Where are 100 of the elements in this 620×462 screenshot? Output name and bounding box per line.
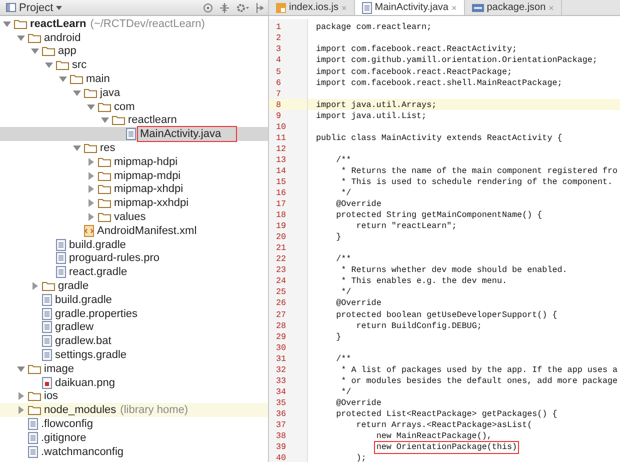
tree-row[interactable]: mipmap-xxhdpi [0, 196, 268, 210]
code-line: @Override [336, 200, 382, 208]
folder-icon [28, 405, 41, 416]
tree-item-label: gradlew.bat [55, 335, 112, 348]
tree-item-label: mipmap-hdpi [114, 156, 178, 168]
line-number: 40 [276, 454, 286, 462]
collapsed-arrow-icon[interactable] [87, 172, 95, 180]
expanded-arrow-icon[interactable] [87, 102, 95, 111]
selected-tree-row[interactable]: MainActivity.java [0, 127, 268, 142]
expanded-arrow-icon[interactable] [101, 116, 109, 124]
expanded-arrow-icon[interactable] [45, 61, 53, 70]
code-line: protected List<ReactPackage> getPackages() { [336, 410, 558, 418]
folder-icon [42, 281, 55, 292]
expanded-arrow-icon[interactable] [31, 47, 39, 56]
file-icon [42, 321, 52, 334]
file-icon [42, 335, 52, 348]
line-number: 24 [276, 277, 286, 286]
tree-row[interactable]: proguard-rules.pro [0, 252, 268, 266]
code-line: /** [336, 156, 352, 164]
tree-row[interactable]: mipmap-hdpi [0, 154, 268, 169]
tree-row[interactable]: java [0, 86, 268, 100]
collapsed-arrow-icon[interactable] [87, 213, 95, 222]
collapsed-arrow-icon[interactable] [31, 282, 39, 290]
tree-row[interactable]: AndroidManifest.xml [0, 224, 268, 238]
expanded-arrow-icon[interactable] [3, 20, 11, 28]
tree-row[interactable]: gradlew [0, 320, 268, 334]
collapse-icon[interactable] [220, 2, 229, 12]
tree-item-label: res [100, 142, 116, 154]
code-line: * or modules besides the default ones, add more package [341, 376, 618, 386]
tree-row[interactable]: ios [0, 390, 268, 404]
code-line: ); [356, 454, 366, 462]
tree-row[interactable]: values [0, 210, 268, 224]
tree-row[interactable]: android [0, 30, 268, 45]
line-number: 12 [276, 144, 286, 154]
file-icon [42, 294, 52, 306]
tab-label: MainActivity.java [374, 2, 448, 13]
tree-row[interactable]: build.gradle [0, 238, 268, 252]
xml-file-icon [84, 224, 94, 237]
folder-icon [28, 32, 41, 43]
tree-row[interactable]: src [0, 58, 268, 72]
tree-item-label: java [100, 86, 120, 99]
tree-row[interactable]: main [0, 72, 268, 86]
tree-row[interactable]: .gitignore [0, 430, 268, 445]
tree-row[interactable]: daikuan.png [0, 376, 268, 390]
collapsed-arrow-icon[interactable] [87, 199, 95, 208]
code-line: @Override [336, 299, 382, 308]
editor-tab[interactable]: package.json × [464, 0, 562, 15]
collapsed-arrow-icon[interactable] [17, 392, 25, 400]
tree-item-label: ios [44, 390, 58, 402]
line-number: 31 [276, 354, 286, 364]
tree-item-label: MainActivity.java [139, 128, 236, 140]
line-number: 23 [276, 266, 286, 275]
tree-row[interactable]: reactLearn (~/RCTDev/reactLearn) [0, 17, 268, 31]
tree-item-label: build.gradle [69, 238, 126, 251]
tree-row[interactable]: image [0, 362, 268, 376]
tree-item-label: reactlearn [128, 114, 177, 126]
tree-row[interactable]: reactlearn [0, 114, 268, 128]
tree-row[interactable]: res [0, 141, 268, 155]
expanded-arrow-icon[interactable] [17, 34, 25, 42]
collapsed-arrow-icon[interactable] [87, 158, 95, 166]
tree-row[interactable]: gradle [0, 279, 268, 293]
tree-item-note: (~/RCTDev/reactLearn) [90, 18, 205, 30]
collapsed-arrow-icon[interactable] [17, 406, 25, 414]
folder-icon [14, 18, 27, 29]
tree-item-label: image [44, 362, 74, 375]
tree-row[interactable]: settings.gradle [0, 348, 268, 362]
collapsed-arrow-icon[interactable] [87, 185, 95, 194]
project-view-selector[interactable]: Project [4, 0, 64, 14]
tree-row[interactable]: com [0, 100, 268, 114]
line-number: 6 [276, 78, 282, 87]
tree-item-label: .watchmanconfig [41, 446, 124, 458]
line-number: 9 [276, 112, 282, 120]
line-number: 39 [276, 443, 286, 452]
line-number: 27 [276, 310, 286, 319]
expanded-arrow-icon[interactable] [73, 88, 81, 97]
tree-row[interactable]: gradle.properties [0, 306, 268, 321]
line-number: 21 [276, 244, 286, 253]
tree-row[interactable]: mipmap-mdpi [0, 168, 268, 183]
line-number: 13 [276, 156, 286, 164]
tree-row[interactable]: app [0, 44, 268, 58]
crosshair-icon[interactable] [203, 2, 213, 12]
line-number: 29 [276, 332, 286, 342]
tree-row[interactable]: .watchmanconfig [0, 444, 268, 458]
expanded-arrow-icon[interactable] [73, 144, 81, 152]
editor-tab[interactable]: MainActivity.java × [354, 0, 465, 15]
code-line: * This enables e.g. the dev menu. [341, 277, 507, 286]
tree-row[interactable]: gradlew.bat [0, 334, 268, 348]
settings-icon[interactable] [236, 2, 249, 12]
code-line: * Returns the name of the main component registered fro [341, 166, 618, 176]
expanded-arrow-icon[interactable] [17, 364, 25, 373]
code-line: */ [341, 388, 352, 396]
expanded-arrow-icon[interactable] [59, 75, 67, 84]
code-line: /** [336, 255, 352, 264]
tree-row[interactable]: mipmap-xhdpi [0, 182, 268, 196]
tree-row[interactable]: .flowconfig [0, 417, 268, 431]
pin-icon[interactable] [256, 2, 264, 12]
tree-row[interactable]: react.gradle [0, 265, 268, 280]
highlighted-tree-row[interactable]: node_modules (library home) [0, 403, 268, 418]
code-line: * Returns whether dev mode should be enabled. [341, 266, 568, 275]
tree-row[interactable]: build.gradle [0, 292, 268, 307]
